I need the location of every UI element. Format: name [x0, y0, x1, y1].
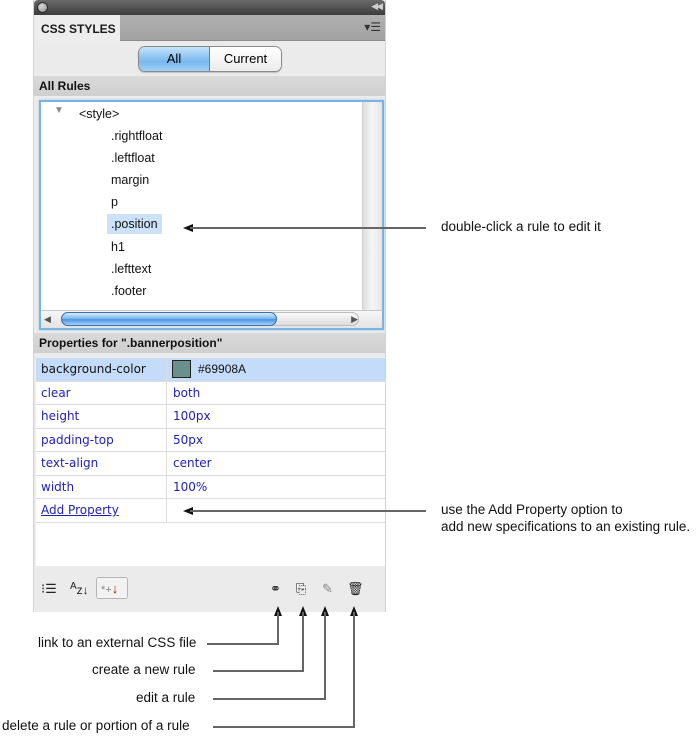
- column-divider: [166, 499, 167, 522]
- property-row[interactable]: clear both: [36, 381, 385, 405]
- scroll-thumb[interactable]: [61, 312, 277, 326]
- annotation-line: [353, 612, 355, 728]
- annotation-line: [190, 227, 426, 229]
- css-styles-panel: ◀◀ CSS STYLES ▾☰ All Current All Rules ▼…: [33, 0, 386, 612]
- property-row[interactable]: height 100px: [36, 405, 385, 429]
- rule-item[interactable]: .rightfloat: [107, 126, 166, 146]
- property-value[interactable]: 50px: [173, 433, 203, 447]
- disclosure-triangle-icon[interactable]: ▼: [54, 105, 64, 116]
- column-divider: [166, 475, 167, 498]
- tab-css-styles[interactable]: CSS STYLES: [34, 15, 120, 41]
- rule-item[interactable]: margin: [107, 170, 153, 190]
- new-rule-icon[interactable]: ⎘: [296, 581, 306, 597]
- panel-menu-icon[interactable]: ▾☰: [364, 20, 381, 34]
- column-divider: [166, 405, 167, 428]
- property-value[interactable]: center: [173, 456, 212, 470]
- rule-item-selected[interactable]: .position: [107, 214, 162, 234]
- alphabetical-view-icon[interactable]: Az↓: [70, 581, 89, 597]
- rule-item[interactable]: h1: [107, 237, 129, 257]
- style-node[interactable]: <style>: [79, 104, 119, 124]
- property-value[interactable]: #69908A: [198, 362, 246, 376]
- property-name[interactable]: width: [41, 480, 74, 494]
- property-name[interactable]: height: [41, 409, 79, 423]
- footer-toolbar: ⁝☰ Az↓ *+↓ ⚭ ⎘ ✎ 🗑: [34, 574, 385, 612]
- scroll-right-icon[interactable]: ▶: [351, 314, 358, 325]
- property-value[interactable]: both: [173, 386, 200, 400]
- annotation-line: [207, 643, 279, 645]
- annotation-line: [213, 726, 355, 728]
- annotation-link: link to an external CSS file: [38, 635, 197, 650]
- property-name[interactable]: clear: [41, 386, 71, 400]
- properties-header: Properties for ".bannerposition": [34, 333, 385, 353]
- show-set-properties-icon[interactable]: *+↓: [96, 577, 128, 599]
- property-value[interactable]: 100px: [173, 409, 211, 423]
- rule-item[interactable]: .footer: [107, 281, 150, 301]
- all-mode-button[interactable]: All: [139, 47, 210, 71]
- property-name[interactable]: text-align: [41, 456, 98, 470]
- all-rules-header: All Rules: [34, 76, 385, 96]
- property-row[interactable]: text-align center: [36, 452, 385, 476]
- rule-item[interactable]: .leftfloat: [107, 148, 159, 168]
- close-icon[interactable]: [37, 2, 48, 13]
- trash-icon[interactable]: 🗑: [347, 581, 364, 597]
- link-icon[interactable]: ⚭: [270, 581, 281, 597]
- horizontal-scrollbar[interactable]: ◀ ▶: [41, 310, 382, 328]
- panel-titlebar[interactable]: ◀◀: [34, 0, 385, 15]
- color-swatch[interactable]: [172, 360, 191, 378]
- rule-item[interactable]: p: [107, 192, 122, 212]
- property-row[interactable]: width 100%: [36, 475, 385, 499]
- add-property-link[interactable]: Add Property: [41, 503, 119, 517]
- property-row[interactable]: background-color #69908A: [36, 358, 385, 382]
- column-divider: [166, 452, 167, 475]
- alpha-a-glyph: A: [70, 581, 77, 592]
- properties-grid: background-color #69908A clear both heig…: [36, 358, 385, 566]
- annotation-new-rule: create a new rule: [92, 662, 196, 677]
- set-star-glyph: *+: [101, 584, 112, 596]
- column-divider: [166, 381, 167, 404]
- annotation-rule-edit: double-click a rule to edit it: [441, 219, 601, 234]
- annotation-line: [302, 612, 304, 672]
- scroll-left-icon[interactable]: ◀: [44, 314, 51, 325]
- vertical-scrollbar[interactable]: [362, 102, 382, 311]
- annotation-line: [213, 698, 326, 700]
- annotation-line: [324, 612, 326, 700]
- tab-bar: CSS STYLES ▾☰: [34, 15, 385, 41]
- rules-list[interactable]: ▼ <style> .rightfloat .leftfloat margin …: [39, 100, 384, 330]
- annotation-add-property-1: use the Add Property option to: [441, 502, 623, 517]
- annotation-delete-rule: delete a rule or portion of a rule: [2, 718, 190, 733]
- property-name[interactable]: background-color: [41, 362, 146, 376]
- collapse-icon[interactable]: ◀◀: [371, 1, 383, 12]
- column-divider: [166, 428, 167, 451]
- set-arrow-glyph: ↓: [111, 581, 119, 596]
- annotation-add-property-2: add new specifications to an existing ru…: [441, 519, 691, 534]
- rule-item[interactable]: .lefttext: [107, 259, 155, 279]
- pencil-icon[interactable]: ✎: [322, 581, 333, 597]
- category-view-icon[interactable]: ⁝☰: [41, 581, 57, 597]
- annotation-line: [277, 612, 279, 645]
- property-row[interactable]: padding-top 50px: [36, 428, 385, 452]
- current-mode-button[interactable]: Current: [210, 47, 281, 71]
- annotation-line: [213, 670, 304, 672]
- annotation-edit-rule: edit a rule: [136, 690, 196, 705]
- property-name[interactable]: padding-top: [41, 433, 114, 447]
- annotation-line: [190, 510, 426, 512]
- mode-segmented-control: All Current: [138, 46, 282, 72]
- alpha-arrow-glyph: ↓: [82, 583, 89, 597]
- property-value[interactable]: 100%: [173, 480, 207, 494]
- column-divider: [166, 358, 167, 381]
